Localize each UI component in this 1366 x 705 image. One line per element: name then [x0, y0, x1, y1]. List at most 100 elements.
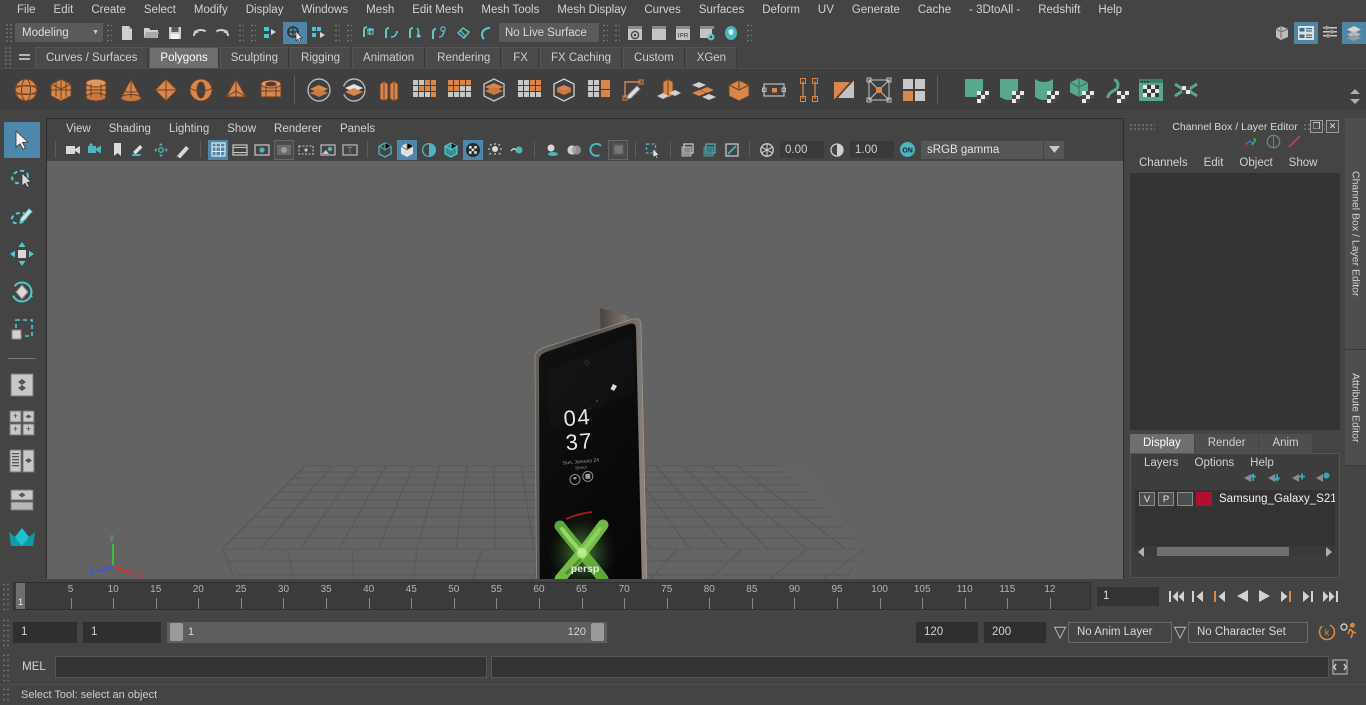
range-end-handle[interactable] [591, 623, 604, 641]
fill-hole-icon[interactable] [896, 72, 931, 108]
shelf-scroll-arrows[interactable] [1348, 78, 1362, 114]
offset-edge-loop-icon[interactable] [791, 72, 826, 108]
grease-pencil-icon[interactable] [173, 140, 193, 160]
command-input[interactable] [55, 656, 487, 678]
uv-cylindrical-icon[interactable] [993, 72, 1028, 108]
xray-toggle-icon[interactable] [678, 140, 698, 160]
bookmarks-icon[interactable] [107, 140, 127, 160]
time-slider-grip[interactable] [2, 582, 11, 610]
scroll-left-icon[interactable] [1138, 546, 1144, 557]
shelf-scroll-down-icon[interactable] [1350, 98, 1360, 104]
menu-curves[interactable]: Curves [635, 1, 689, 20]
shelf-tab-fx-caching[interactable]: FX Caching [539, 47, 623, 68]
channel-box-attribute-list[interactable] [1130, 173, 1340, 430]
go-to-end-icon[interactable] [1319, 584, 1341, 608]
menu-mesh-tools[interactable]: Mesh Tools [472, 1, 548, 20]
channel-menu-channels[interactable]: Channels [1131, 156, 1196, 170]
rotate-tool-button[interactable] [4, 274, 40, 310]
vertical-tab-attribute-editor[interactable]: Attribute Editor [1345, 350, 1366, 466]
single-perspective-layout-button[interactable] [4, 367, 40, 403]
shelf-grip[interactable] [4, 45, 11, 68]
move-tool-button[interactable] [4, 236, 40, 272]
layer-visibility-toggle[interactable]: V [1139, 492, 1156, 506]
menu-select[interactable]: Select [135, 1, 185, 20]
menu-mesh-display[interactable]: Mesh Display [548, 1, 635, 20]
texture-toggle-icon[interactable] [463, 139, 483, 160]
shadows-icon[interactable] [542, 140, 562, 160]
render-sequence-icon[interactable] [647, 22, 671, 44]
safe-title-icon[interactable]: T [340, 140, 360, 160]
menuset-selector[interactable]: Modeling ▼ [15, 23, 103, 42]
insert-edge-loop-icon[interactable] [756, 72, 791, 108]
layer-menu-layers[interactable]: Layers [1136, 457, 1187, 469]
range-start-handle[interactable] [170, 623, 183, 641]
shelf-tab-polygons[interactable]: Polygons [149, 47, 219, 68]
channel-box-icon[interactable] [1266, 134, 1281, 154]
layer-shading-toggle[interactable] [1177, 492, 1194, 506]
multisample-icon[interactable] [608, 139, 628, 160]
current-time-indicator[interactable]: 1 [16, 583, 25, 609]
lasso-select-tool-button[interactable] [4, 160, 40, 196]
exposure-field[interactable]: 0.00 [780, 141, 824, 158]
anim-layer-dropdown-arrow[interactable]: ▽ [1052, 622, 1068, 642]
menu-help[interactable]: Help [1089, 1, 1131, 20]
gamma-field[interactable]: 1.00 [850, 141, 894, 158]
shelf-menu-icon[interactable] [13, 46, 35, 68]
use-all-lights-icon[interactable] [507, 140, 527, 160]
shelf-tab-rigging[interactable]: Rigging [290, 47, 352, 68]
boolean-difference-icon[interactable] [336, 72, 371, 108]
viewport-menu-lighting[interactable]: Lighting [160, 122, 218, 136]
grid-toggle-icon[interactable] [208, 139, 228, 160]
snap-to-projected-center-icon[interactable] [427, 22, 451, 44]
outliner-persp-layout-button[interactable] [4, 443, 40, 479]
shelf-tab-sculpting[interactable]: Sculpting [219, 47, 290, 68]
color-space-field[interactable]: sRGB gamma [921, 140, 1043, 159]
smooth-icon[interactable] [441, 72, 476, 108]
poly-cylinder-icon[interactable] [78, 72, 113, 108]
menu-edit[interactable]: Edit [45, 1, 83, 20]
color-space-dropdown-arrow[interactable] [1044, 140, 1064, 159]
poly-cone-icon[interactable] [113, 72, 148, 108]
layer-name[interactable]: Samsung_Galaxy_S21_ [1219, 493, 1335, 505]
separate-icon[interactable] [406, 72, 441, 108]
live-surface-field[interactable]: No Live Surface [499, 23, 599, 42]
help-line-grip[interactable] [2, 686, 11, 704]
uv-unfold-icon[interactable] [1098, 72, 1133, 108]
four-view-layout-button[interactable]: + + + [4, 405, 40, 441]
two-d-pan-zoom-icon[interactable] [151, 140, 171, 160]
shade-selected-items-icon[interactable] [419, 140, 439, 160]
wireframe-icon[interactable] [375, 140, 395, 160]
panel-grip[interactable] [1129, 123, 1155, 130]
menu-edit-mesh[interactable]: Edit Mesh [403, 1, 472, 20]
poly-pyramid-icon[interactable] [218, 72, 253, 108]
step-forward-frame-icon[interactable] [1275, 584, 1297, 608]
persp-graph-layout-button[interactable] [4, 481, 40, 517]
move-layer-up-icon[interactable] [1243, 471, 1259, 489]
multi-cut-icon[interactable] [616, 72, 651, 108]
menu-windows[interactable]: Windows [292, 1, 357, 20]
open-channel-box-icon[interactable] [1342, 21, 1366, 44]
create-new-layer-icon[interactable] [1291, 471, 1307, 489]
open-scene-icon[interactable] [139, 22, 163, 44]
channel-menu-object[interactable]: Object [1231, 156, 1280, 170]
render-view-icon[interactable] [623, 22, 647, 44]
poly-cube-icon[interactable] [43, 72, 78, 108]
isolate-select-icon[interactable] [643, 140, 663, 160]
layer-color-swatch[interactable] [1196, 492, 1212, 506]
combine-icon[interactable] [371, 72, 406, 108]
layer-tab-anim[interactable]: Anim [1259, 434, 1312, 453]
step-back-keyframe-icon[interactable] [1187, 584, 1209, 608]
poly-plane-icon[interactable] [148, 72, 183, 108]
layer-tab-display[interactable]: Display [1130, 434, 1194, 453]
viewport-menu-panels[interactable]: Panels [331, 122, 384, 136]
layer-list[interactable]: V P Samsung_Galaxy_S21_ [1135, 490, 1335, 546]
open-attribute-editor-icon[interactable] [1294, 21, 1318, 44]
create-layer-from-selected-icon[interactable] [1315, 471, 1331, 489]
channel-menu-show[interactable]: Show [1281, 156, 1326, 170]
uv-planar-icon[interactable] [958, 72, 993, 108]
step-forward-keyframe-icon[interactable] [1297, 584, 1319, 608]
append-polygon-icon[interactable] [826, 72, 861, 108]
uv-automatic-icon[interactable] [1063, 72, 1098, 108]
shelf-scroll-up-icon[interactable] [1350, 88, 1360, 94]
viewport-menu-show[interactable]: Show [218, 122, 265, 136]
